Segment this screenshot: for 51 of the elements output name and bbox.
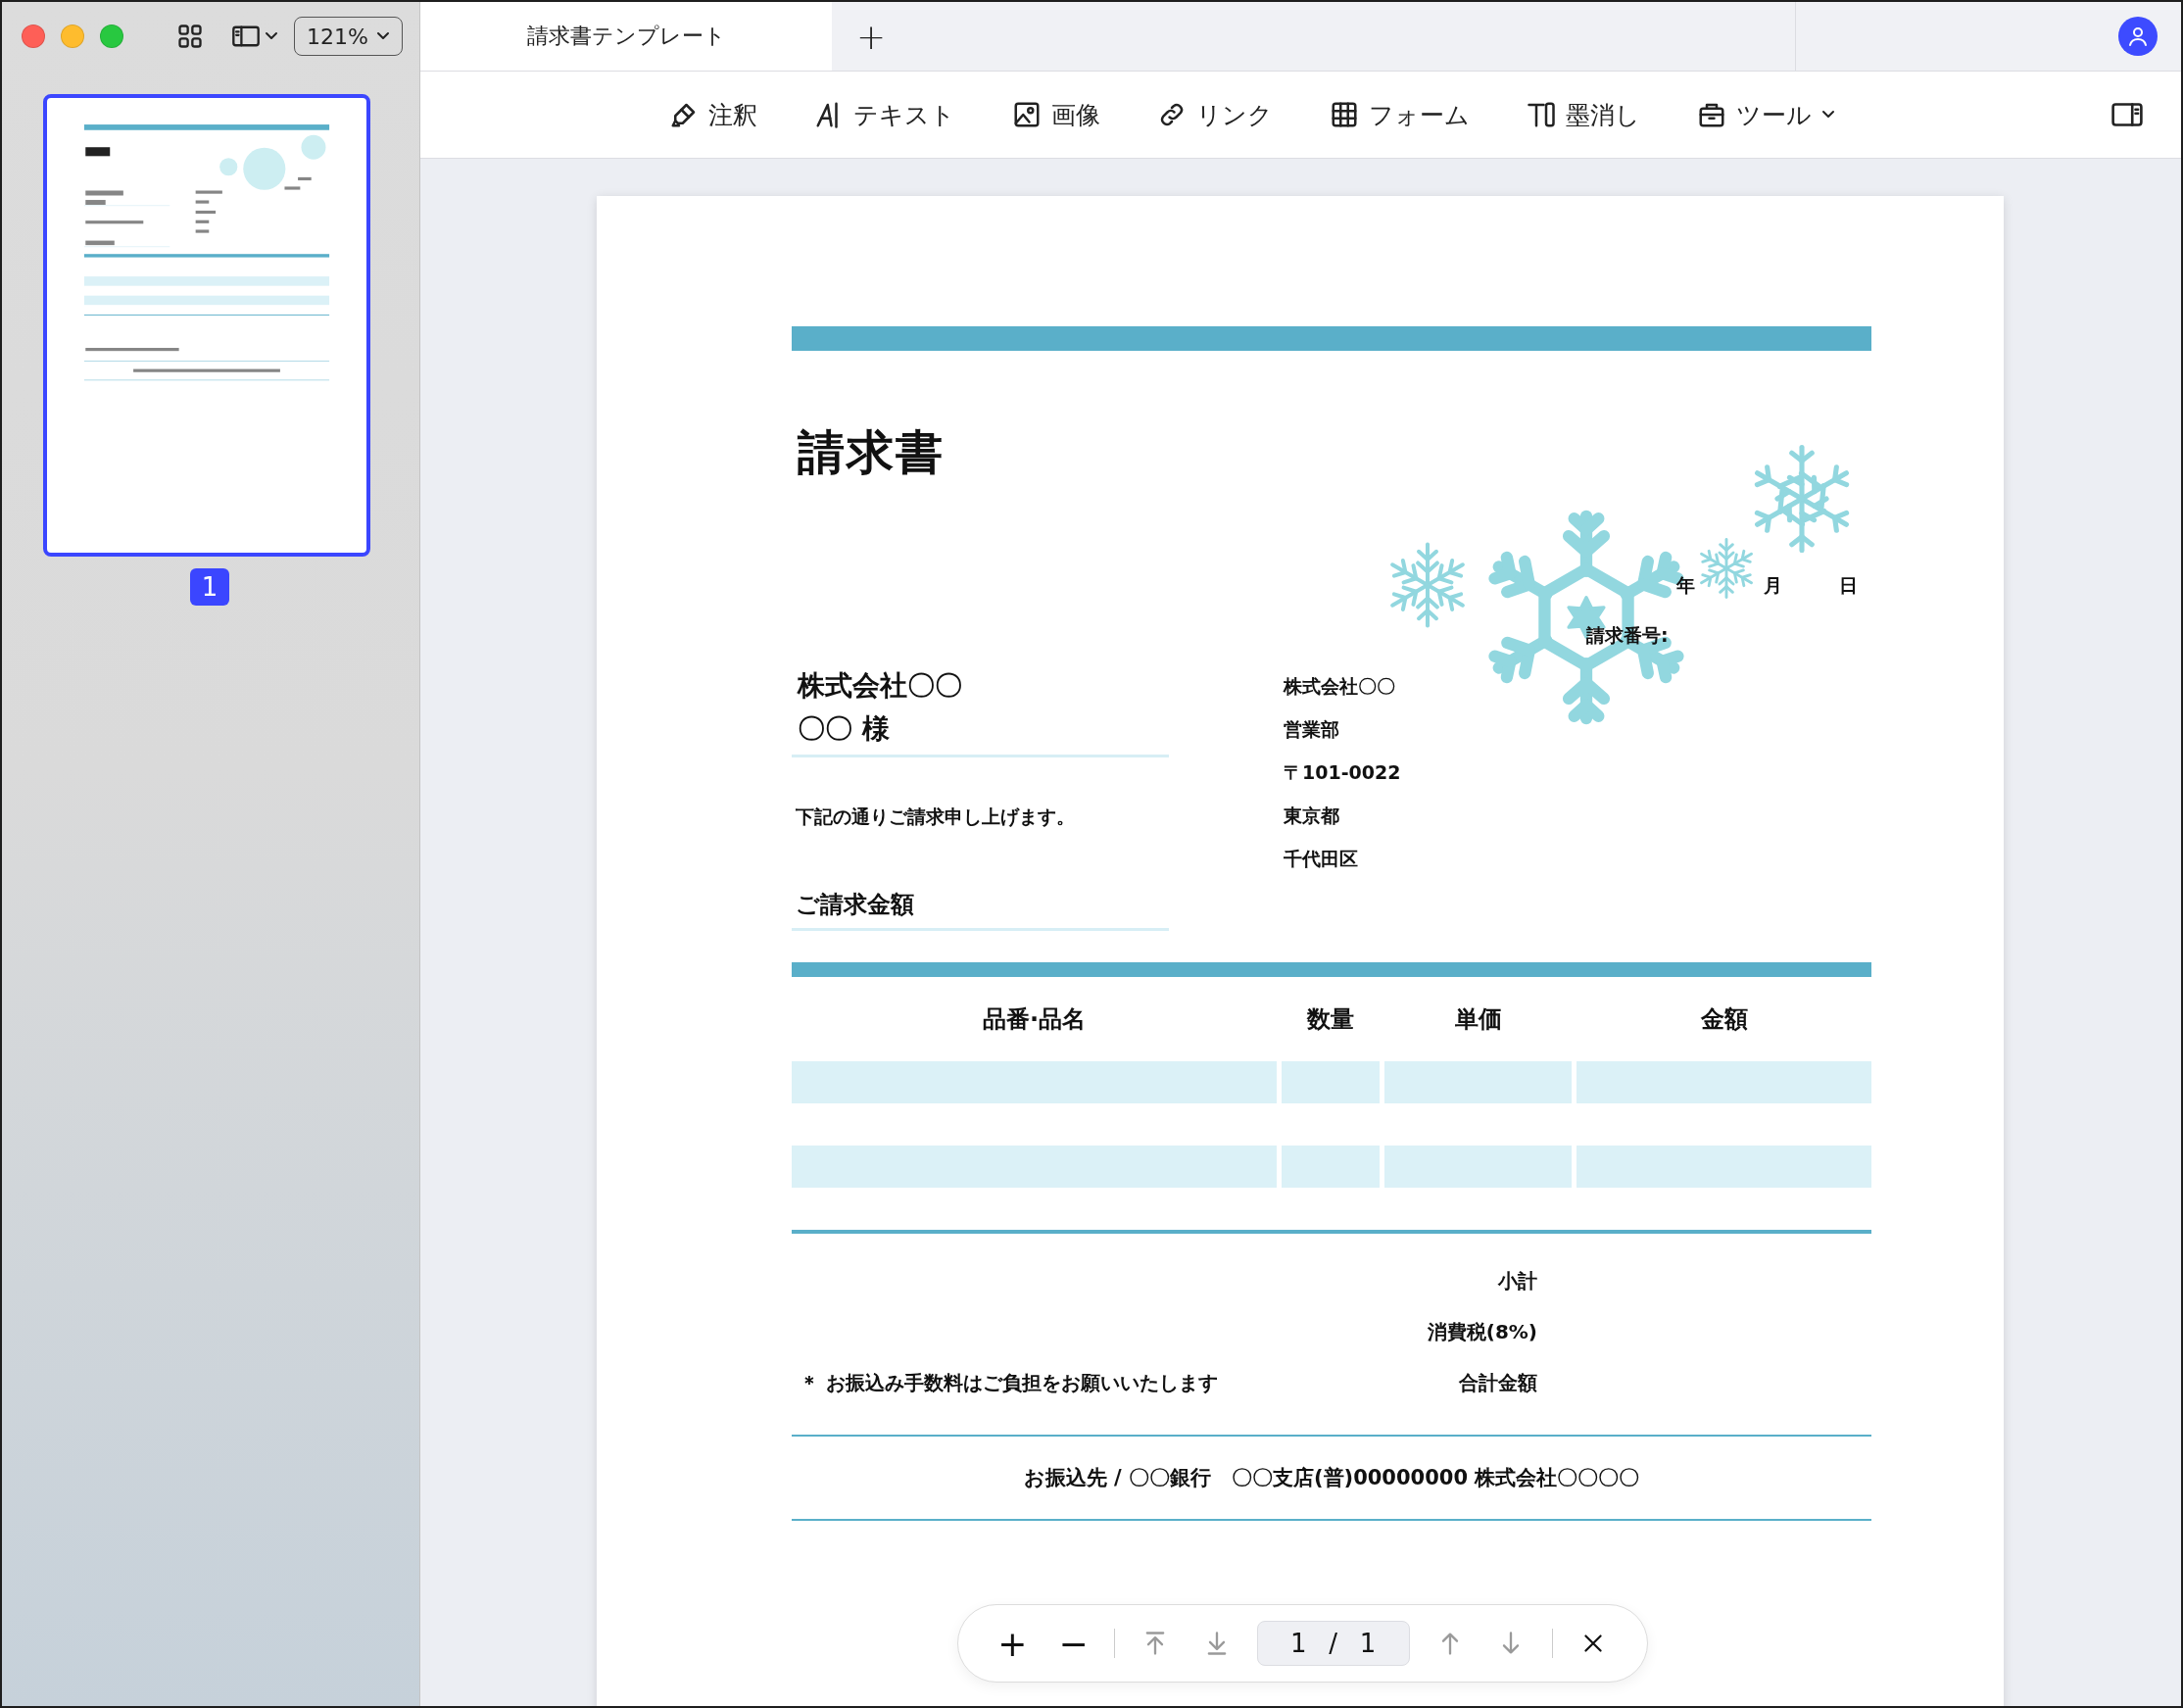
- date-label: 月: [1764, 573, 1782, 598]
- sender-line: 株式会社〇〇: [1284, 674, 1396, 699]
- page-thumbnail[interactable]: [43, 94, 370, 557]
- grid-view-icon[interactable]: [176, 23, 204, 50]
- zoom-dropdown[interactable]: 121%: [294, 17, 403, 56]
- total-label: 合計金額: [1459, 1369, 1537, 1396]
- invoice-number-label: 請求番号:: [1586, 623, 1669, 648]
- bank-details: お振込先 / 〇〇銀行 〇〇支店(普)00000000 株式会社〇〇〇〇: [1022, 1465, 1641, 1491]
- toolbar-button[interactable]: フォーム: [1330, 98, 1470, 131]
- total-label: 消費税(8%): [1427, 1318, 1537, 1345]
- account-button[interactable]: [2118, 17, 2158, 56]
- invoice-message: 下記の通りご請求申し上げます。: [795, 805, 1076, 829]
- toolbar-button[interactable]: ツール: [1697, 98, 1835, 131]
- recipient-company: 株式会社〇〇: [798, 668, 963, 704]
- amount-label: ご請求金額: [792, 883, 1169, 931]
- toolbar-button[interactable]: 注釈: [669, 98, 757, 131]
- date-label: 日: [1839, 573, 1858, 598]
- maximize-window-button[interactable]: [100, 24, 123, 48]
- total-label: 小計: [1498, 1267, 1537, 1294]
- caret-icon: [1821, 110, 1835, 120]
- column-header: 数量: [1305, 1004, 1355, 1035]
- text-box-icon: [1527, 100, 1556, 129]
- zoom-in-button[interactable]: +: [992, 1622, 1034, 1665]
- caret-icon: [265, 31, 278, 41]
- sender-line: 千代田区: [1284, 847, 1359, 871]
- sender-line: 東京都: [1284, 804, 1340, 828]
- sender-line: 〒101-0022: [1284, 760, 1401, 785]
- column-header: 単価: [1453, 1004, 1503, 1035]
- page-number-field[interactable]: 1 / 1: [1256, 1621, 1410, 1666]
- grid-icon: [1330, 100, 1359, 129]
- caret-icon: [375, 31, 390, 41]
- toolbar-button[interactable]: 画像: [1012, 98, 1100, 131]
- minimize-window-button[interactable]: [61, 24, 84, 48]
- zoom-out-button[interactable]: −: [1052, 1622, 1094, 1665]
- toolbar-button[interactable]: 墨消し: [1527, 98, 1640, 131]
- document-tab[interactable]: 請求書テンプレート: [420, 2, 832, 71]
- side-panel-icon[interactable]: [2110, 100, 2144, 129]
- person-icon: [2126, 24, 2150, 48]
- recipient-name: 〇〇 様: [798, 711, 891, 747]
- page-number-badge[interactable]: 1: [190, 568, 229, 606]
- document-title: 請求書: [798, 423, 945, 481]
- sender-line: 営業部: [1284, 717, 1340, 742]
- column-header: 金額: [1699, 1004, 1749, 1035]
- toolbar-button[interactable]: リンク: [1157, 98, 1273, 131]
- date-label: 年: [1676, 573, 1695, 598]
- image-icon: [1012, 100, 1042, 129]
- new-tab-button[interactable]: +: [832, 2, 910, 71]
- toolbar-button[interactable]: テキスト: [814, 98, 955, 131]
- column-header: 品番·品名: [981, 1004, 1088, 1035]
- close-window-button[interactable]: [22, 24, 45, 48]
- note-text: ＊ お振込み手数料はご負担をお願いいたします: [799, 1369, 1219, 1396]
